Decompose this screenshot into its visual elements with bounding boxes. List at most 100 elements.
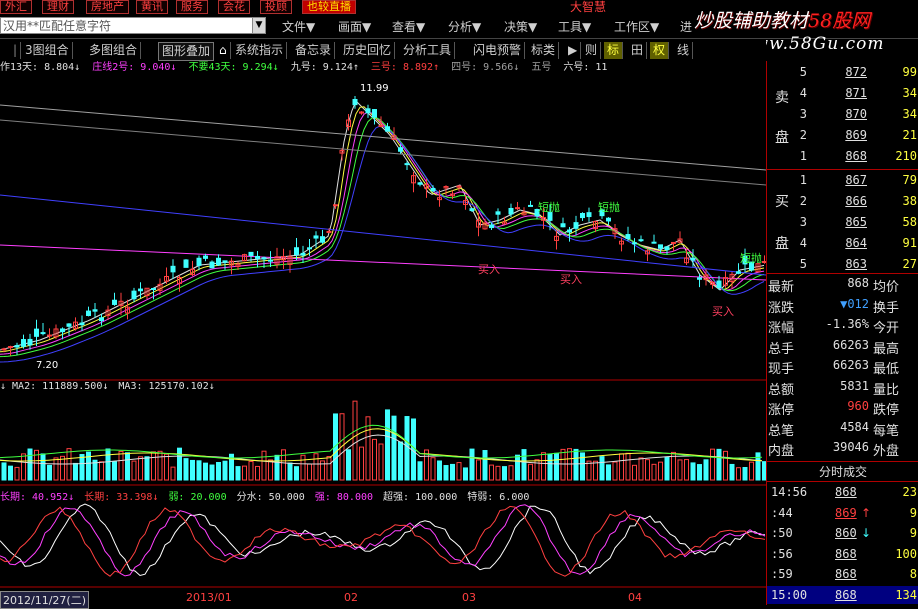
- volume-bar: [632, 464, 637, 481]
- buy-label: 盘: [775, 236, 789, 252]
- tick-volume: 9: [909, 526, 917, 540]
- candle-body: [268, 259, 273, 262]
- tool-indicators[interactable]: 系统指示: [232, 42, 288, 59]
- sell-price[interactable]: 871: [827, 86, 867, 100]
- tick-arrow: ↓: [861, 526, 872, 540]
- category-news[interactable]: 黄讯: [136, 0, 168, 14]
- volume-bar: [476, 459, 481, 481]
- grid-icon[interactable]: 田: [628, 42, 648, 59]
- volume-bar: [625, 452, 631, 481]
- volume-bar: [248, 460, 254, 481]
- volume-bar: [222, 460, 228, 481]
- tool-multi-chart[interactable]: 多图组合: [86, 42, 142, 59]
- tick-row[interactable]: :59 868 8: [767, 565, 918, 583]
- quote-value: 66263: [832, 358, 869, 372]
- menu-more[interactable]: 进: [680, 18, 692, 35]
- buy-price[interactable]: 864: [827, 236, 867, 250]
- sell-price[interactable]: 870: [827, 107, 867, 121]
- buy-price[interactable]: 863: [827, 257, 867, 271]
- candle-body: [430, 188, 436, 192]
- category-forex[interactable]: 外汇: [0, 0, 32, 14]
- volume-bar: [515, 454, 520, 481]
- category-advisor[interactable]: 投顾: [260, 0, 292, 14]
- menu-view[interactable]: 查看▼: [392, 18, 425, 35]
- toolbar-next-icon[interactable]: ▶: [565, 42, 582, 59]
- search-dropdown-icon[interactable]: ▼: [252, 17, 266, 34]
- tick-row[interactable]: :56 868 100: [767, 545, 918, 563]
- ind-7: 六号: 11: [563, 62, 608, 73]
- sell-price[interactable]: 872: [827, 65, 867, 79]
- buy-price[interactable]: 865: [827, 215, 867, 229]
- candle-body: [99, 317, 104, 322]
- candle-body: [690, 257, 696, 261]
- tool-history[interactable]: 历史回忆: [340, 42, 396, 59]
- candle-body: [79, 322, 85, 326]
- sell-price[interactable]: 869: [827, 128, 867, 142]
- tick-row[interactable]: :44 869 ↑ 9: [767, 504, 918, 522]
- category-finance[interactable]: 理财: [42, 0, 74, 14]
- quote-value: 5831: [840, 378, 869, 393]
- volume-bar: [170, 466, 176, 481]
- candle-body: [365, 108, 371, 114]
- volume-bar: [105, 448, 111, 481]
- chart-svg[interactable]: [0, 75, 767, 605]
- menu-decision[interactable]: 决策▼: [504, 18, 537, 35]
- buy-label: 买: [775, 194, 789, 210]
- search-input[interactable]: 汉用**匹配任意字符: [0, 17, 266, 34]
- menu-view-screen[interactable]: 画面▼: [338, 18, 371, 35]
- volume-bar: [307, 463, 312, 481]
- tool-analysis[interactable]: 分析工具: [400, 42, 456, 59]
- tick-row[interactable]: :50 860 ↓ 9: [767, 524, 918, 542]
- candle-body: [40, 332, 46, 335]
- tool-rights[interactable]: 权: [650, 42, 670, 59]
- tool-overlay[interactable]: 图形叠加: [158, 42, 215, 61]
- tool-alert[interactable]: 闪电预警: [470, 42, 526, 59]
- candle-body: [697, 277, 702, 280]
- date-tick: 02: [344, 591, 358, 604]
- kline-chart[interactable]: 11.99 7.20 短抛 短抛 短抛 买入 买入 买入 ↓ MA2: 1118…: [0, 75, 767, 609]
- tick-price: 860: [835, 526, 857, 540]
- buy-price[interactable]: 867: [827, 173, 867, 187]
- tool-line[interactable]: 线: [674, 42, 694, 59]
- category-service[interactable]: 服务: [176, 0, 208, 14]
- lock-icon[interactable]: ⌂: [216, 42, 231, 59]
- quote-value: 960: [847, 399, 869, 413]
- tick-row[interactable]: 14:56 868 23: [767, 483, 918, 501]
- tool-tags[interactable]: 标类: [528, 42, 560, 59]
- tick-price: 868: [835, 587, 857, 602]
- category-live[interactable]: 也较直播: [302, 0, 356, 14]
- tool-mark[interactable]: 标: [604, 42, 624, 59]
- menu-file[interactable]: 文件▼: [282, 18, 315, 35]
- tick-volume: 9: [909, 505, 917, 520]
- candle-body: [209, 261, 215, 269]
- category-meeting[interactable]: 会花: [218, 0, 250, 14]
- menu-analysis[interactable]: 分析▼: [448, 18, 481, 35]
- category-realestate[interactable]: 房地产: [86, 0, 129, 14]
- tool-3-chart[interactable]: 3图组合: [22, 42, 73, 59]
- low-label: 7.20: [36, 360, 59, 371]
- tick-volume: 134: [895, 587, 917, 602]
- osc-5: 超强: 100.000: [383, 492, 458, 503]
- volume-bar: [73, 462, 78, 481]
- candle-body: [372, 109, 377, 118]
- sell-volume: 210: [895, 149, 917, 163]
- quote-key: 总手: [768, 341, 795, 357]
- candle-body: [417, 182, 423, 185]
- sell-volume: 34: [902, 107, 917, 121]
- candle-body: [404, 163, 410, 166]
- tick-time: :44: [771, 505, 793, 520]
- volume-legend: ↓ MA2: 111889.500↓ MA3: 125170.102↓: [0, 381, 215, 392]
- menu-tools[interactable]: 工具▼: [558, 18, 591, 35]
- volume-bar: [196, 460, 202, 481]
- candle-body: [716, 280, 722, 289]
- menu-workspace[interactable]: 工作区▼: [614, 18, 659, 35]
- tick-row[interactable]: 15:00 868 134: [767, 585, 918, 604]
- tool-memo[interactable]: 备忘录: [292, 42, 336, 59]
- tool-rule[interactable]: 则: [582, 42, 602, 59]
- sell-price[interactable]: 868: [827, 149, 867, 163]
- buy-price[interactable]: 866: [827, 194, 867, 208]
- ticks-title[interactable]: 分时成交: [767, 463, 918, 479]
- candle-body: [112, 299, 117, 305]
- candle-body: [138, 288, 143, 292]
- candle-body: [606, 217, 611, 222]
